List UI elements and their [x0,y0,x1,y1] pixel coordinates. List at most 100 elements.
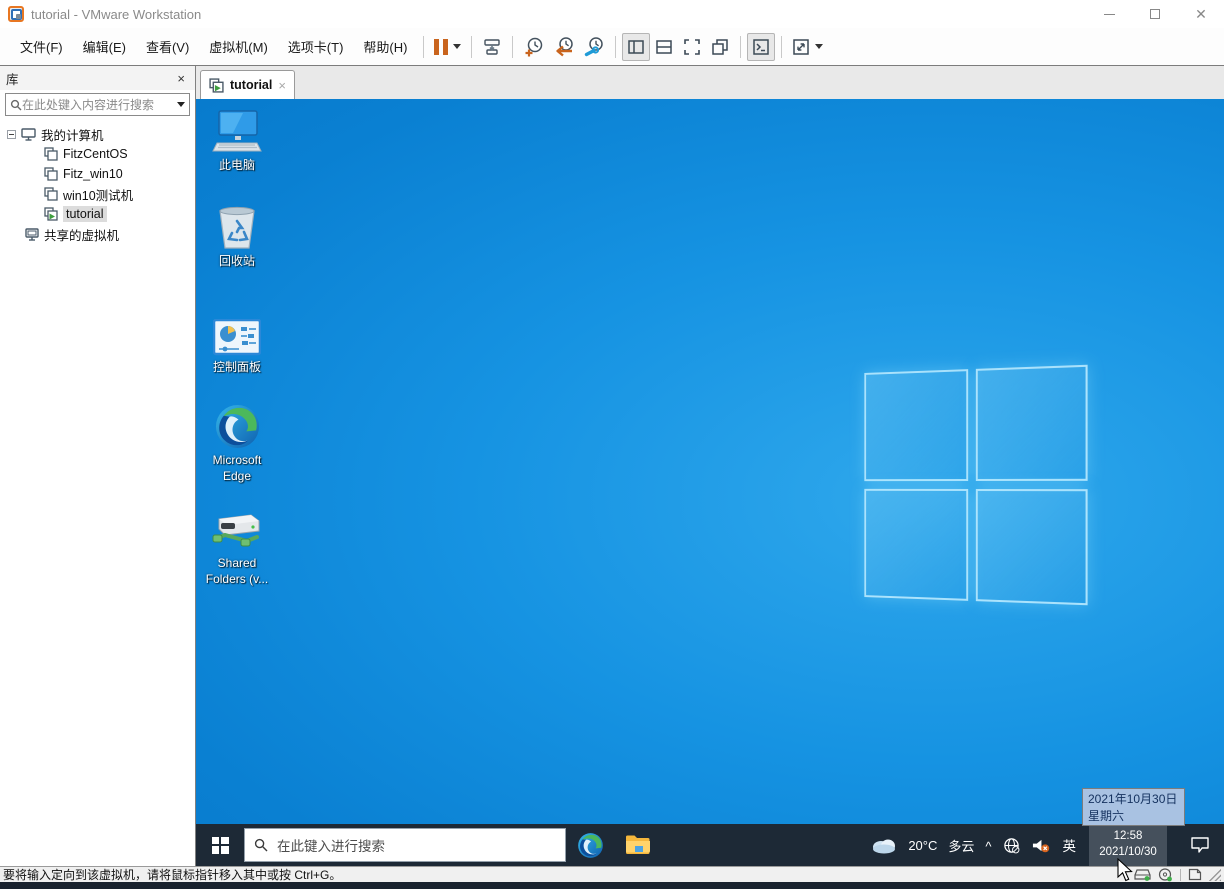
console-icon [752,38,770,56]
status-message: 要将输入定向到该虚拟机，请将鼠标指针移入其中或按 Ctrl+G。 [0,866,1134,883]
free-stretch-button[interactable] [788,33,827,61]
taskbar-search-input[interactable]: 在此键入进行搜索 [244,828,566,862]
window-title: tutorial - VMware Workstation [31,7,201,22]
vmware-app-icon [8,6,24,22]
ime-indicator[interactable]: 英 [1061,835,1079,855]
taskbar-edge-button[interactable] [566,824,614,866]
vm-icon [44,187,58,201]
control-panel-icon [196,309,278,357]
resize-grip[interactable] [1209,869,1221,881]
this-pc-icon [196,107,278,155]
tree-node-tutorial[interactable]: tutorial [0,204,195,224]
device-status-icons [1134,868,1224,882]
show-thumbnail-bar-button[interactable] [650,33,678,61]
computer-icon [21,128,36,141]
library-header: 库 × [0,66,195,90]
close-button[interactable]: ✕ [1178,0,1224,28]
manage-snapshots-button[interactable] [579,33,609,61]
toolbar-separator [471,36,472,58]
show-library-button[interactable] [622,33,650,61]
menu-tabs[interactable]: 选项卡(T) [278,33,354,60]
tree-node-shared-vms[interactable]: 共享的虚拟机 [0,224,195,244]
ctrl-alt-del-icon [482,37,502,57]
minimize-button[interactable] [1086,0,1132,28]
taskbar-file-explorer-button[interactable] [614,824,662,866]
desktop-icon-control-panel[interactable]: 控制面板 [196,309,278,376]
edge-icon [196,402,278,450]
revert-snapshot-button[interactable] [549,33,579,61]
weather-temp[interactable]: 20°C [908,838,937,853]
desktop-icon-label: 控制面板 [196,360,278,376]
maximize-icon [1150,9,1160,19]
chevron-down-icon [453,44,461,49]
library-close-icon[interactable]: × [173,71,189,86]
menu-edit[interactable]: 编辑(E) [73,33,136,60]
tree-node-fitzcentos[interactable]: FitzCentOS [0,144,195,164]
tree-node-fitz-win10[interactable]: Fitz_win10 [0,164,195,184]
console-view-button[interactable] [747,33,775,61]
vm-running-icon [209,78,224,93]
unity-mode-button[interactable] [706,33,734,61]
fullscreen-icon [683,38,701,56]
menu-file[interactable]: 文件(F) [10,33,73,60]
vm-icon [44,167,58,181]
desktop-icon-label: 此电脑 [196,158,278,174]
minimize-icon [1104,14,1115,15]
taskbar-search-placeholder: 在此键入进行搜索 [277,835,385,855]
tab-close-icon[interactable]: × [278,78,286,93]
window-controls: ✕ [1086,0,1224,28]
free-stretch-icon [792,38,810,56]
library-search-placeholder: 在此处键入内容进行搜索 [22,96,175,113]
windows-start-icon [212,837,229,854]
tree-node-win10-test[interactable]: win10测试机 [0,184,195,204]
tooltip-date: 2021年10月30日 [1088,791,1179,808]
unity-mode-icon [711,38,729,56]
fullscreen-button[interactable] [678,33,706,61]
action-center-button[interactable] [1178,824,1222,866]
take-snapshot-button[interactable] [519,33,549,61]
message-log-icon[interactable] [1188,868,1202,881]
tab-label: tutorial [230,78,272,92]
pause-icon [434,39,448,55]
cd-dvd-status-icon[interactable] [1158,868,1173,882]
desktop-icon-shared-folders[interactable]: Shared Folders (v... [196,505,278,587]
file-explorer-icon [625,834,651,856]
vm-tree: 我的计算机 FitzCentOS Fitz_win10 win10测试机 [0,122,195,866]
hidden-icons-chevron[interactable]: ^ [985,839,991,854]
library-panel: 库 × 在此处键入内容进行搜索 我的计算机 Fit [0,66,196,866]
desktop-icon-microsoft-edge[interactable]: Microsoft Edge [196,402,278,484]
menu-vm[interactable]: 虚拟机(M) [199,33,278,60]
menu-help[interactable]: 帮助(H) [353,33,417,60]
tab-tutorial[interactable]: tutorial × [200,70,295,99]
tree-node-label: tutorial [63,206,107,222]
search-icon [254,838,268,852]
search-icon [10,99,22,111]
pause-vm-button[interactable] [430,33,465,61]
status-bar: 要将输入定向到该虚拟机，请将鼠标指针移入其中或按 Ctrl+G。 [0,866,1224,882]
desktop-icon-this-pc[interactable]: 此电脑 [196,107,278,174]
maximize-button[interactable] [1132,0,1178,28]
title-bar: tutorial - VMware Workstation ✕ [0,0,1224,28]
chevron-down-icon [815,44,823,49]
hard-disk-status-icon[interactable] [1134,868,1151,881]
take-snapshot-icon [523,36,545,58]
desktop-icon-recycle-bin[interactable]: 回收站 [196,203,278,270]
tree-node-label: 我的计算机 [41,125,104,144]
desktop-icon-label: Microsoft Edge [196,453,278,484]
library-panel-icon [627,38,645,56]
tree-node-my-computer[interactable]: 我的计算机 [0,124,195,144]
mouse-cursor [1117,858,1134,883]
volume-muted-icon[interactable] [1031,837,1050,854]
vm-taskbar: 在此键入进行搜索 [196,824,1224,866]
start-button[interactable] [196,824,244,866]
collapse-icon[interactable] [7,130,16,139]
library-search-input[interactable]: 在此处键入内容进行搜索 [5,93,190,116]
send-ctrl-alt-del-button[interactable] [478,33,506,61]
menu-view[interactable]: 查看(V) [136,33,199,60]
vm-console-screen[interactable]: 此电脑 回收站 [196,99,1224,866]
close-icon: ✕ [1195,7,1207,21]
tree-node-label: FitzCentOS [63,147,128,161]
network-globe-icon[interactable] [1003,837,1020,854]
desktop-icon-label: 回收站 [196,254,278,270]
weather-condition[interactable]: 多云 [948,836,974,855]
